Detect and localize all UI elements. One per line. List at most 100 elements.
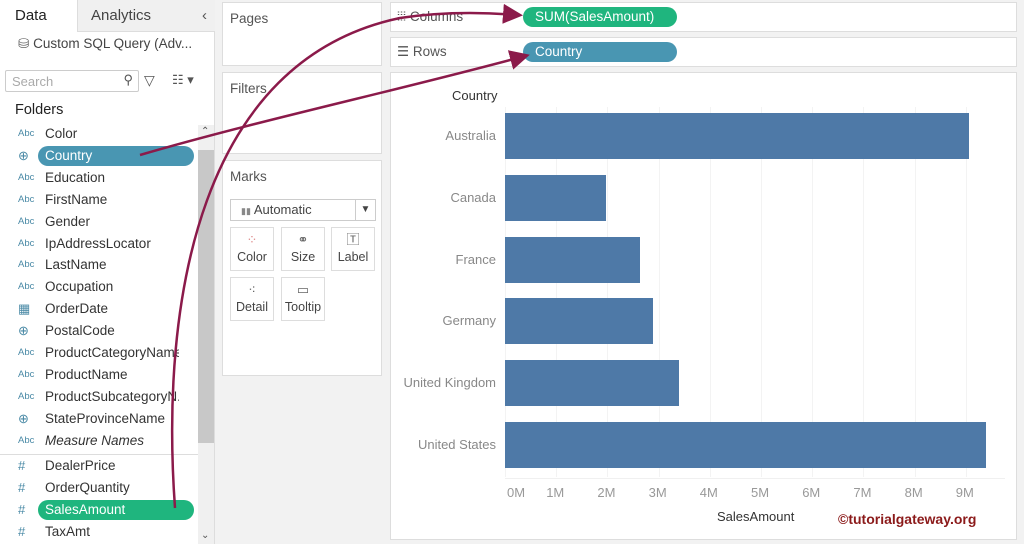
row-label: Germany: [442, 313, 496, 329]
field-productcategoryname[interactable]: Abc ProductCategoryName: [0, 342, 198, 364]
field-country[interactable]: ⊕ Country: [0, 145, 198, 167]
tab-data[interactable]: Data: [0, 0, 77, 32]
x-tick-label: 3M: [648, 485, 667, 500]
field-label: TaxAmt: [45, 523, 91, 539]
row-header: Country: [452, 88, 498, 103]
tab-analytics[interactable]: Analytics ‹: [77, 0, 215, 32]
bar-chart-icon: ▮▮: [241, 206, 251, 216]
pages-title: Pages: [230, 11, 269, 26]
x-tick-label: 8M: [904, 485, 923, 500]
field-education[interactable]: Abc Education: [0, 167, 198, 189]
x-tick-label: 4M: [699, 485, 718, 500]
bar-united-kingdom: [505, 360, 679, 407]
tab-analytics-label: Analytics: [91, 7, 152, 24]
columns-pill[interactable]: SUM(SalesAmount): [523, 7, 677, 27]
globe-icon: ⊕: [18, 147, 29, 163]
string-icon: Abc: [18, 259, 35, 271]
scroll-up-icon[interactable]: ⌃: [201, 126, 209, 137]
row-label: Australia: [445, 128, 496, 143]
x-axis-title: SalesAmount: [717, 509, 795, 524]
string-icon: Abc: [18, 390, 35, 402]
detail-icon: ⁖: [248, 282, 256, 297]
rows-pill[interactable]: Country: [523, 42, 677, 62]
mark-type-value: Automatic: [253, 202, 312, 217]
rows-shelf[interactable]: ☰ Rows Country: [390, 37, 1017, 67]
datasource[interactable]: ⛁ Custom SQL Query (Adv...: [18, 36, 192, 52]
field-color[interactable]: Abc Color: [0, 123, 198, 145]
row-label: United States: [417, 437, 496, 452]
collapse-icon[interactable]: ‹: [202, 0, 207, 32]
marks-title: Marks: [230, 169, 267, 184]
columns-shelf[interactable]: ⦙⦙⦙ Columns SUM(SalesAmount): [390, 2, 1017, 32]
string-icon: Abc: [18, 215, 35, 227]
field-orderquantity[interactable]: # OrderQuantity: [0, 477, 198, 499]
field-taxamt[interactable]: # TaxAmt: [0, 521, 198, 543]
label-label: Label: [337, 250, 369, 264]
number-icon: #: [18, 523, 26, 539]
size-button[interactable]: ⚭ Size: [281, 227, 325, 271]
field-salesamount[interactable]: # SalesAmount: [0, 499, 198, 521]
tooltip-label: Tooltip: [284, 300, 322, 314]
label-icon: 🅃: [346, 232, 360, 247]
field-measure-names[interactable]: Abc Measure Names: [0, 430, 198, 452]
search-placeholder: Search: [12, 74, 54, 89]
scrollbar-thumb[interactable]: [198, 150, 214, 443]
field-firstname[interactable]: Abc FirstName: [0, 189, 198, 211]
field-productname[interactable]: Abc ProductName: [0, 364, 198, 386]
field-ipaddresslocator[interactable]: Abc IpAddressLocator: [0, 233, 198, 255]
field-gender[interactable]: Abc Gender: [0, 211, 198, 233]
tooltip-icon: ▭: [296, 282, 310, 297]
mark-type-dropdown[interactable]: ▮▮ Automatic ▼: [230, 199, 376, 221]
field-lastname[interactable]: Abc LastName: [0, 254, 198, 276]
string-icon: Abc: [18, 171, 35, 183]
color-label: Color: [237, 250, 267, 264]
globe-icon: ⊕: [18, 323, 29, 339]
detail-button[interactable]: ⁖ Detail: [230, 277, 274, 321]
scroll-down-icon[interactable]: ⌄: [201, 530, 209, 541]
folders-heading: Folders: [15, 102, 64, 118]
number-icon: #: [18, 458, 26, 473]
field-label: FirstName: [45, 191, 108, 207]
size-icon: ⚭: [297, 232, 309, 247]
filters-card[interactable]: Filters: [222, 72, 382, 154]
divider: [0, 454, 198, 455]
row-label: United Kingdom: [403, 375, 497, 391]
row-label: France: [455, 251, 496, 267]
string-icon: Abc: [18, 434, 35, 446]
field-postalcode[interactable]: ⊕ PostalCode: [0, 320, 198, 342]
rows-icon: ☰: [397, 44, 410, 59]
bar-germany: [505, 298, 654, 345]
color-icon: ⁘: [246, 232, 258, 247]
field-label: OrderQuantity: [45, 479, 130, 495]
watermark: ©tutorialgateway.org: [838, 511, 977, 527]
list-view-icon[interactable]: ☷ ▾: [172, 72, 194, 88]
field-occupation[interactable]: Abc Occupation: [0, 276, 198, 298]
field-orderdate[interactable]: ▦ OrderDate: [0, 298, 198, 320]
string-icon: Abc: [18, 368, 35, 380]
field-label: ProductName: [45, 366, 128, 382]
size-label: Size: [290, 250, 316, 264]
tooltip-button[interactable]: ▭ Tooltip: [281, 277, 325, 321]
globe-icon: ⊕: [18, 410, 29, 426]
field-label: Education: [45, 169, 106, 185]
columns-icon: ⦙⦙⦙: [397, 9, 407, 24]
field-label: ProductSubcategoryN...: [45, 388, 179, 404]
number-icon: #: [18, 501, 26, 517]
field-productsubcategoryn-[interactable]: Abc ProductSubcategoryN...: [0, 386, 198, 408]
label-button[interactable]: 🅃 Label: [331, 227, 375, 271]
filter-icon[interactable]: ▽: [144, 72, 155, 89]
datasource-name: Custom SQL Query (Adv...: [33, 36, 193, 51]
x-tick-label: 1M: [546, 485, 565, 500]
field-dealerprice[interactable]: # DealerPrice: [0, 455, 198, 477]
field-label: OrderDate: [45, 301, 109, 317]
data-pane: Data Analytics ‹ ⛁ Custom SQL Query (Adv.…: [0, 0, 215, 544]
search-input[interactable]: Search ⚲: [5, 70, 139, 92]
pages-card[interactable]: Pages: [222, 2, 382, 66]
search-icon: ⚲: [123, 72, 133, 87]
bar-australia: [505, 113, 969, 159]
marks-card: Marks ▮▮ Automatic ▼ ⁘ Color ⚭ Size 🅃 Label …: [222, 160, 382, 376]
number-icon: #: [18, 479, 26, 495]
field-stateprovincename[interactable]: ⊕ StateProvinceName: [0, 408, 198, 430]
color-button[interactable]: ⁘ Color: [230, 227, 274, 271]
field-label: SalesAmount: [45, 501, 126, 517]
